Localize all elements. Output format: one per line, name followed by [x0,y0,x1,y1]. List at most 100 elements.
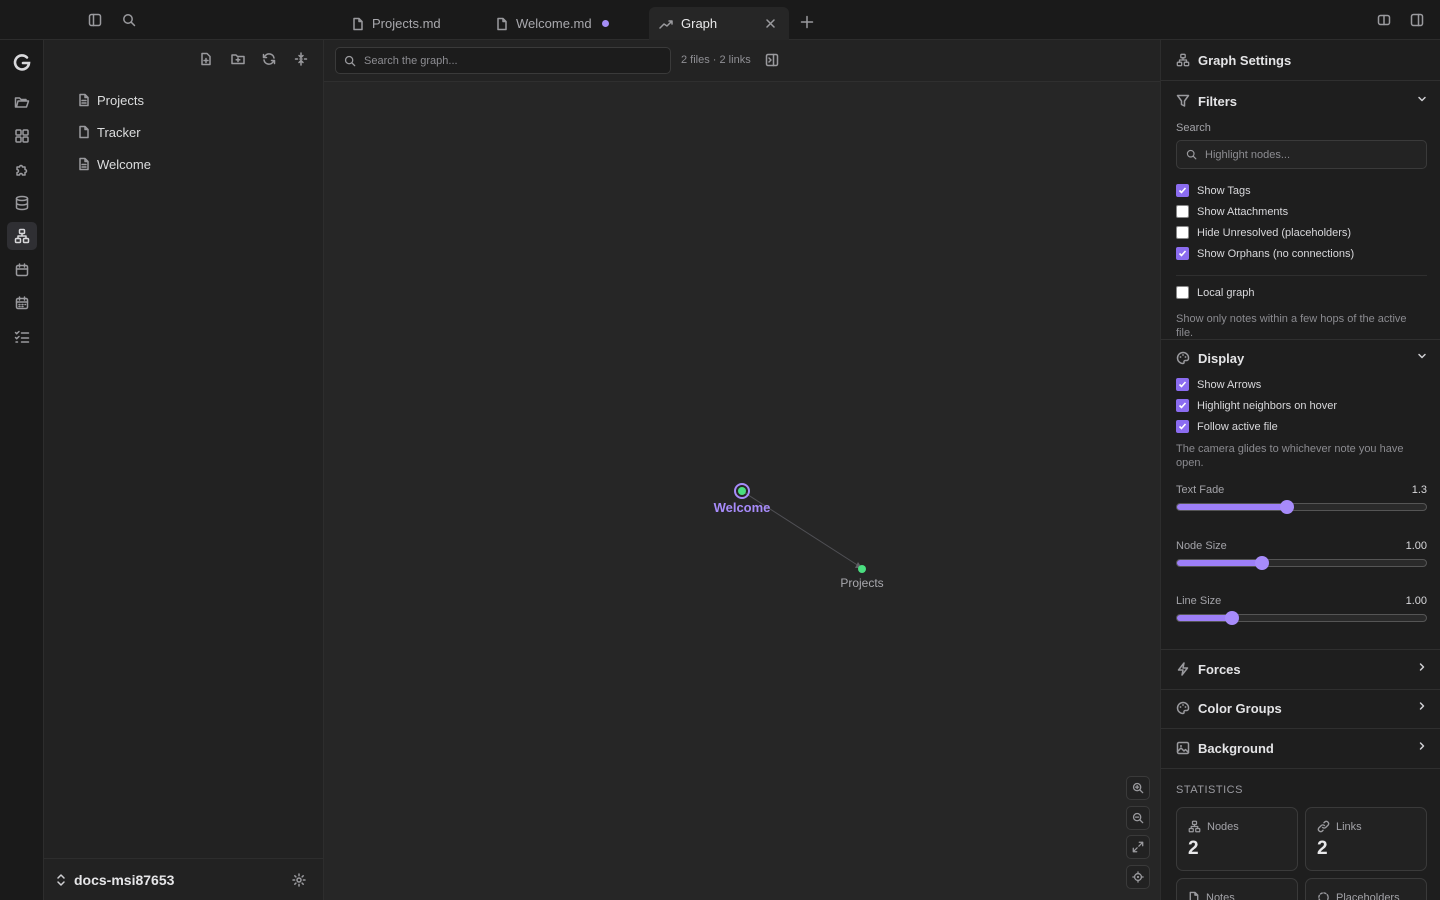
graph-node-projects[interactable]: Projects [840,565,884,590]
checkbox[interactable] [1176,247,1189,260]
local-graph-checkbox[interactable]: Local graph [1176,286,1255,299]
slider-track[interactable] [1176,500,1427,514]
checkbox[interactable] [1176,399,1189,412]
graph-icon[interactable] [7,222,37,250]
grid-icon[interactable] [7,122,37,150]
split-view-icon[interactable] [1374,10,1394,30]
center-view-button[interactable] [1126,865,1150,889]
file-item-projects[interactable]: Projects [78,87,144,113]
new-folder-icon[interactable] [227,48,249,70]
graph-icon [1188,820,1201,833]
color-groups-section-header[interactable]: Color Groups [1161,688,1440,728]
file-icon [353,17,363,30]
tab-projects[interactable]: Projects.md [342,7,451,40]
new-tab-icon[interactable] [797,12,817,32]
filters-section-header[interactable]: Filters [1161,81,1440,121]
chevron-right-icon [1419,663,1425,671]
search-icon[interactable] [119,10,139,30]
puzzle-icon[interactable] [7,155,37,183]
slider-track[interactable] [1176,611,1427,625]
follow-active-file-checkbox[interactable]: Follow active file [1176,420,1278,433]
slider-thumb[interactable] [1224,611,1239,625]
highlight-neighbors-checkbox[interactable]: Highlight neighbors on hover [1176,399,1337,412]
fit-view-button[interactable] [1126,835,1150,859]
database-icon[interactable] [7,189,37,217]
slider-fill [1177,504,1287,510]
show-attachments-checkbox[interactable]: Show Attachments [1176,205,1288,218]
zoom-in-button[interactable] [1126,776,1150,800]
collapse-all-icon[interactable] [290,48,312,70]
slider-track[interactable] [1176,556,1427,570]
circle-dashed-icon [1318,892,1329,900]
node-label-projects: Projects [840,576,883,590]
hide-unresolved-checkbox[interactable]: Hide Unresolved (placeholders) [1176,226,1351,239]
app-logo-icon[interactable] [7,48,37,76]
link-icon [1317,820,1330,833]
checkbox[interactable] [1176,184,1189,197]
show-arrows-checkbox[interactable]: Show Arrows [1176,378,1261,391]
refresh-icon[interactable] [258,48,280,70]
graph-search-input[interactable] [364,54,654,67]
tab-graph[interactable]: Graph [649,7,789,40]
search-label: Search [1176,122,1211,134]
sidebar-toggle-icon[interactable] [85,10,105,30]
checkbox[interactable] [1176,378,1189,391]
zoom-in-icon [1132,782,1144,794]
graph-canvas[interactable]: Welcome Projects [324,82,1160,900]
highlight-search[interactable] [1176,140,1427,169]
local-graph-hint: Show only notes within a few hops of the… [1176,313,1407,339]
statistics-title: STATISTICS [1176,784,1243,796]
right-sidebar-toggle-icon[interactable] [1407,10,1427,30]
checkbox[interactable] [1176,286,1189,299]
file-label: Tracker [97,124,141,140]
top-bar: Projects.md Welcome.md Graph [0,0,1440,40]
checkbox[interactable] [1176,205,1189,218]
graph-node-welcome[interactable]: Welcome [714,483,771,515]
folder-icon[interactable] [7,88,37,116]
graph-stats: 2 files · 2 links [681,54,751,66]
file-icon [79,157,89,171]
settings-title: Graph Settings [1161,40,1440,80]
slider-thumb[interactable] [1279,500,1294,514]
vault-name: docs-msi87653 [74,871,175,888]
tab-label: Projects.md [372,16,441,31]
checkbox[interactable] [1176,226,1189,239]
gear-icon[interactable] [292,872,306,887]
file-icon [79,93,89,107]
calendar-days-icon[interactable] [7,289,37,317]
search-icon [344,55,356,66]
crosshair-icon [1132,871,1144,883]
stat-card-nodes: Nodes 2 [1176,807,1298,871]
checkbox[interactable] [1176,420,1189,433]
stat-value: 2 [1317,838,1328,859]
calendar-icon[interactable] [7,256,37,284]
background-section-header[interactable]: Background [1161,728,1440,768]
graph-toolbar: 2 files · 2 links [324,40,1160,82]
show-tags-checkbox[interactable]: Show Tags [1176,184,1251,197]
graph-search[interactable] [335,47,671,74]
file-item-welcome[interactable]: Welcome [78,151,151,177]
tab-label: Welcome.md [516,16,592,31]
highlight-nodes-input[interactable] [1205,148,1415,161]
chevron-down-icon [1418,96,1426,102]
image-icon [1176,741,1190,755]
file-label: Welcome [97,156,151,172]
zoom-out-button[interactable] [1126,806,1150,830]
chevron-right-icon [1419,702,1425,710]
file-icon [497,17,507,30]
display-section-header[interactable]: Display [1161,338,1440,378]
close-icon[interactable] [766,19,775,28]
slider-thumb[interactable] [1254,556,1269,570]
checklist-icon[interactable] [7,323,37,351]
new-note-icon[interactable] [195,48,217,70]
forces-section-header[interactable]: Forces [1161,649,1440,689]
tab-welcome[interactable]: Welcome.md [486,7,619,40]
file-explorer: Projects Tracker Welcome docs-msi87653 [44,40,324,900]
palette-icon [1176,351,1190,365]
file-item-tracker[interactable]: Tracker [78,119,141,145]
show-orphans-checkbox[interactable]: Show Orphans (no connections) [1176,247,1354,260]
toggle-settings-panel-icon[interactable] [765,53,779,67]
vault-switcher[interactable]: docs-msi87653 [44,858,324,900]
follow-hint: The camera glides to whichever note you … [1176,443,1404,469]
graph-view: 2 files · 2 links Welcome Projects [324,40,1160,900]
